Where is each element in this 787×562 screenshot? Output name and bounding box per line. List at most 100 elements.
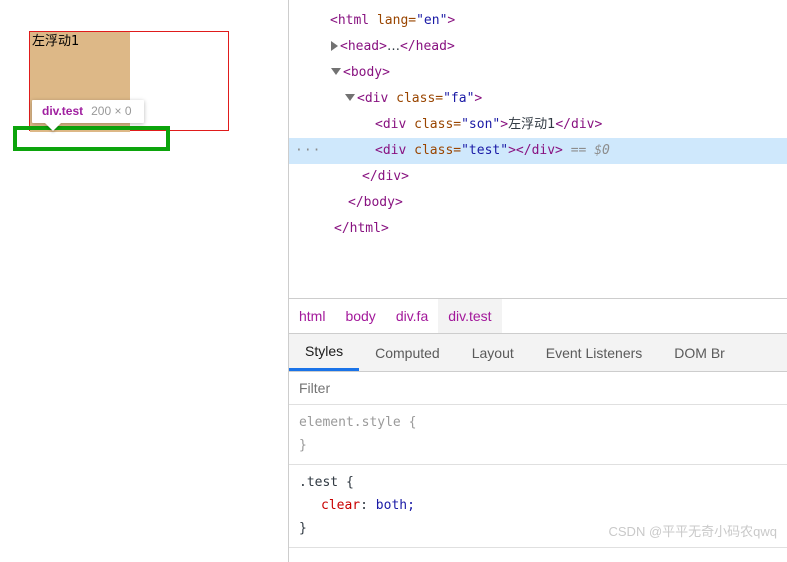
dom-token-eq: == — [562, 143, 595, 158]
dom-tree-row[interactable]: <div class="son">左浮动1</div> — [289, 112, 787, 138]
styles-rules-list[interactable]: element.style {} .test {clear: both;} — [289, 405, 787, 548]
declaration-property[interactable]: clear — [299, 498, 360, 513]
dom-token-tag: div — [571, 117, 595, 132]
dom-token-tag: div — [377, 169, 402, 184]
dom-token-tag: div — [382, 117, 407, 132]
dom-token-space — [369, 13, 377, 28]
dom-token-punct: </ — [362, 169, 378, 184]
dom-token-punct_plain: = — [408, 13, 417, 28]
chevron-right-icon[interactable] — [331, 40, 338, 51]
style-rule-close-brace: } — [299, 521, 307, 536]
breadcrumb-item-div-test[interactable]: div.test — [438, 299, 502, 333]
tab-computed[interactable]: Computed — [359, 334, 456, 371]
devtools-tab-bar[interactable]: Styles Computed Layout Event Listeners DOM B… — [289, 334, 787, 372]
style-rule[interactable]: .test {clear: both;} — [289, 465, 787, 548]
dom-token-space — [388, 91, 396, 106]
dom-tree-row[interactable]: </div> — [289, 164, 787, 190]
dom-token-punct: > — [447, 13, 456, 28]
inspect-tooltip-dimensions: 200 × 0 — [91, 104, 132, 118]
style-rule-close-brace: } — [299, 438, 307, 453]
dom-token-tag: div — [531, 143, 556, 158]
tab-event-listeners[interactable]: Event Listeners — [530, 334, 659, 371]
breadcrumb-item-body[interactable]: body — [335, 299, 385, 333]
inspect-tooltip: div.test 200 × 0 — [32, 100, 144, 131]
declaration-value[interactable]: both; — [376, 498, 415, 513]
dom-token-punct: < — [375, 143, 383, 158]
breadcrumb[interactable]: html body div.fa div.test — [289, 298, 787, 334]
dom-token-punct: </ — [334, 221, 350, 236]
dom-token-punct_plain: = — [435, 91, 444, 106]
dom-token-punct: </ — [515, 143, 532, 158]
dom-token-tag: head — [415, 39, 447, 54]
dom-token-punct: > — [446, 39, 455, 54]
breadcrumb-item-html[interactable]: html — [289, 299, 335, 333]
dom-token-punct: < — [340, 39, 348, 54]
tab-layout[interactable]: Layout — [456, 334, 530, 371]
dom-token-attrn: class — [414, 117, 454, 132]
dom-token-space — [406, 143, 414, 158]
dom-token-punct: > — [508, 143, 516, 158]
dom-token-punct: > — [500, 117, 509, 132]
inspected-element-highlight — [13, 126, 170, 151]
dom-token-punct: < — [375, 117, 383, 132]
filter-input[interactable] — [289, 380, 787, 396]
dom-token-punct: > — [379, 39, 387, 54]
dom-tree[interactable]: <html lang="en"> <head>…</head> <body> <div… — [289, 0, 787, 298]
dom-token-punct_plain: = — [453, 117, 462, 132]
dom-tree-row[interactable]: <head>…</head> — [289, 34, 787, 60]
dom-token-tag: html — [337, 13, 370, 28]
spacer-icon — [339, 197, 346, 207]
dom-token-attrv: "son" — [461, 117, 501, 132]
devtools-panel: <html lang="en"> <head>…</head> <body> <div… — [288, 0, 787, 562]
dom-token-attrv: "fa" — [443, 91, 475, 106]
floated-div-label: 左浮动1 — [32, 34, 80, 49]
dom-token-tag: head — [347, 39, 380, 54]
chevron-down-icon[interactable] — [345, 94, 355, 101]
spacer-icon — [366, 145, 373, 155]
dom-token-punct: < — [357, 91, 365, 106]
style-rule[interactable]: element.style {} — [289, 405, 787, 465]
spacer-icon — [366, 119, 373, 129]
spacer-icon — [325, 223, 332, 233]
dom-tree-row[interactable]: </html> — [289, 216, 787, 242]
filter-bar[interactable] — [289, 372, 787, 405]
dom-token-space — [406, 117, 414, 132]
dom-tree-row[interactable]: <html lang="en"> — [289, 8, 787, 34]
style-rule-selector[interactable]: element.style { — [299, 411, 777, 434]
dom-token-punct: </ — [399, 39, 416, 54]
tab-dom-br[interactable]: DOM Br — [658, 334, 741, 371]
chevron-down-icon[interactable] — [331, 68, 341, 75]
dom-tree-row[interactable]: <body> — [289, 60, 787, 86]
dom-token-tag: body — [363, 195, 395, 210]
inspect-tooltip-tag: div.test — [42, 104, 84, 118]
rendered-page-preview: 左浮动1 div.test 200 × 0 — [0, 0, 288, 562]
dom-token-punct: </ — [555, 117, 572, 132]
tab-styles[interactable]: Styles — [289, 334, 360, 371]
dom-token-punct: > — [380, 221, 389, 236]
spacer-icon — [353, 171, 360, 181]
dom-tree-row[interactable]: ··· <div class="test"></div> == $0 — [289, 138, 787, 164]
dom-tree-row[interactable]: </body> — [289, 190, 787, 216]
spacer-icon — [321, 15, 328, 25]
dom-token-punct_plain: = — [453, 143, 462, 158]
dom-token-punct: > — [382, 65, 390, 80]
dom-token-attrv: "en" — [416, 13, 448, 28]
dom-token-punct: > — [555, 143, 563, 158]
dom-token-punct: > — [474, 91, 483, 106]
style-declaration[interactable]: clear: both; — [299, 494, 777, 517]
dom-token-punct: < — [343, 65, 351, 80]
dom-token-txt: … — [386, 39, 400, 54]
dom-token-tag: html — [349, 221, 381, 236]
dom-row-ellipsis-icon[interactable]: ··· — [295, 138, 321, 164]
dom-token-punct: > — [401, 169, 409, 184]
dom-tree-row[interactable]: <div class="fa"> — [289, 86, 787, 112]
dom-token-attrn: class — [414, 143, 454, 158]
style-rule-selector[interactable]: .test { — [299, 471, 777, 494]
dom-token-tag: body — [350, 65, 383, 80]
dom-token-attrn: class — [396, 91, 436, 106]
dom-token-punct: </ — [348, 195, 364, 210]
breadcrumb-item-div-fa[interactable]: div.fa — [386, 299, 438, 333]
dom-token-txt: 左浮动1 — [508, 117, 556, 132]
tooltip-arrow-icon — [45, 123, 61, 131]
dom-token-punct: < — [330, 13, 338, 28]
